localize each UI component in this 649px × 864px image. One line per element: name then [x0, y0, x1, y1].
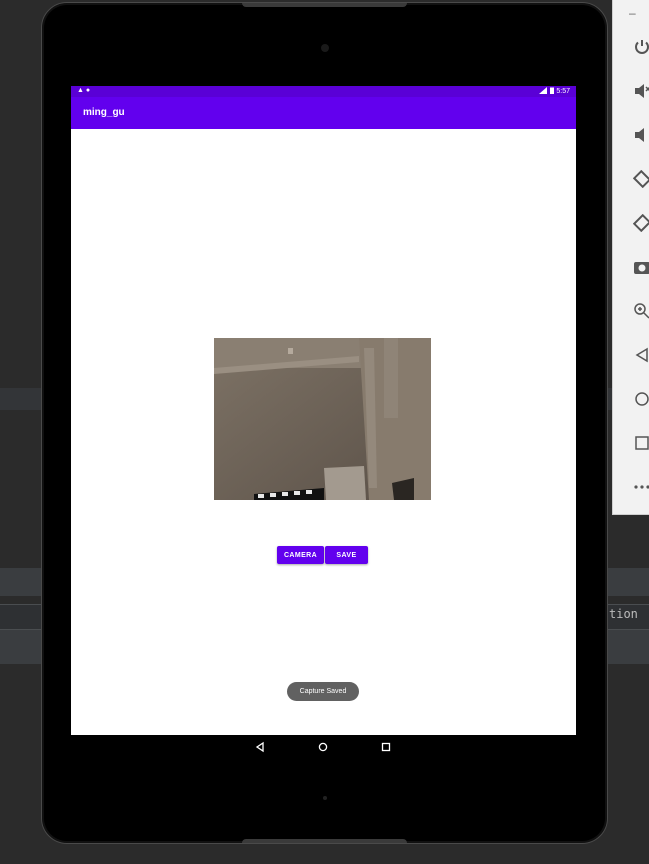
volume-up-icon[interactable]: [633, 82, 649, 100]
camera-button[interactable]: CAMERA: [277, 546, 324, 564]
rotate-right-icon[interactable]: [633, 214, 649, 232]
tablet-top-edge: [242, 3, 407, 7]
rotate-left-icon[interactable]: [633, 170, 649, 188]
device-screen: ▲ ● 5:57 ming_gu CAMERA SAVE Capture Sav…: [71, 86, 576, 759]
volume-down-icon[interactable]: [633, 126, 649, 144]
save-button[interactable]: SAVE: [325, 546, 368, 564]
toast-message: Capture Saved: [287, 682, 359, 701]
nav-overview-icon[interactable]: [379, 740, 393, 754]
zoom-icon[interactable]: [633, 302, 649, 320]
app-title: ming_gu: [83, 107, 125, 118]
status-bar: ▲ ● 5:57: [71, 86, 576, 97]
signal-icon: [539, 87, 548, 94]
power-icon[interactable]: [633, 38, 649, 56]
more-icon[interactable]: [633, 478, 649, 496]
front-camera: [321, 44, 329, 52]
ide-partial-text: tion: [609, 607, 638, 621]
nav-back-icon[interactable]: [253, 740, 267, 754]
status-notification-icons: ▲ ●: [77, 87, 91, 94]
app-bar: ming_gu: [71, 97, 576, 129]
main-content: CAMERA SAVE Capture Saved: [71, 129, 576, 735]
overview-icon[interactable]: [633, 434, 649, 452]
status-right: 5:57: [539, 87, 570, 95]
home-icon[interactable]: [633, 390, 649, 408]
navigation-bar: [71, 735, 576, 759]
tablet-bottom-edge: [242, 839, 407, 843]
minimize-button[interactable]: –: [629, 6, 636, 20]
captured-photo: [214, 338, 431, 500]
nav-home-icon[interactable]: [316, 740, 330, 754]
back-icon[interactable]: [633, 346, 649, 364]
screenshot-icon[interactable]: [633, 258, 649, 276]
battery-icon: [550, 87, 555, 94]
status-time: 5:57: [556, 88, 570, 95]
tablet-sensor: [323, 796, 327, 800]
emulator-toolbar: –: [612, 0, 649, 515]
